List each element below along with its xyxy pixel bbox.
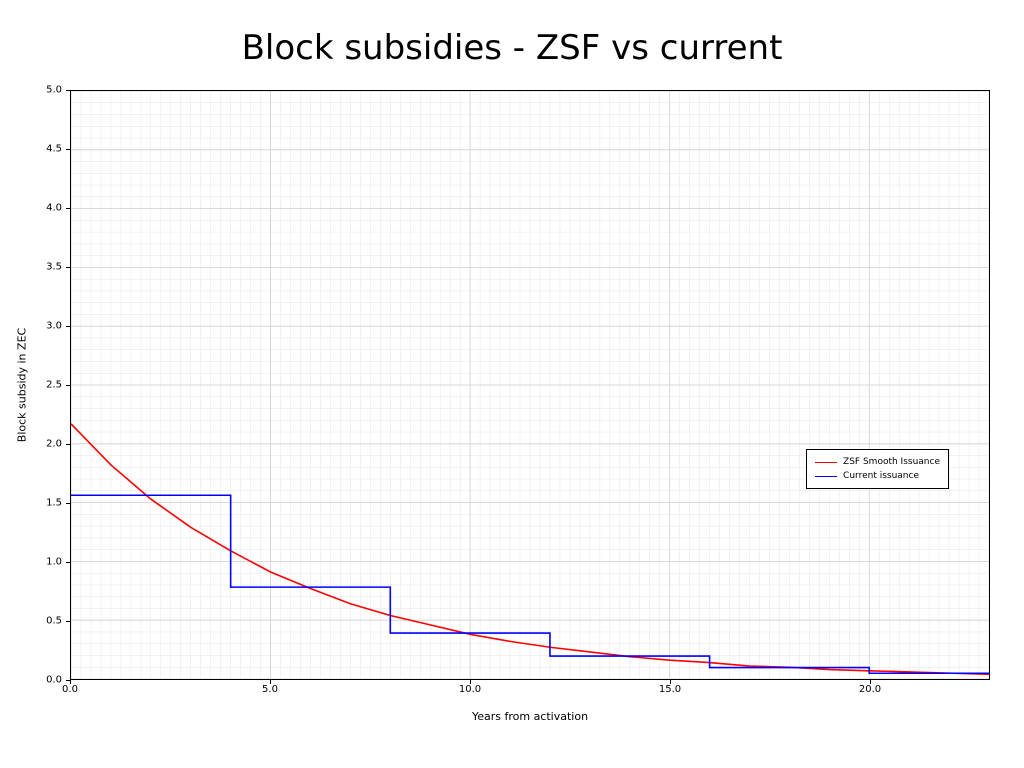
legend-label-zsf: ZSF Smooth Issuance [843, 455, 940, 469]
y-tick-label: 2.5 [22, 380, 62, 391]
x-axis-label: Years from activation [70, 710, 990, 723]
chart-svg [71, 91, 989, 679]
y-tick-label: 2.0 [22, 439, 62, 450]
legend-box: ZSF Smooth Issuance Current issuance [806, 449, 949, 489]
y-tick-label: 1.5 [22, 498, 62, 509]
y-tick-label: 3.0 [22, 321, 62, 332]
legend-entry-current: Current issuance [815, 469, 940, 483]
y-tick-label: 4.5 [22, 144, 62, 155]
y-tick-label: 4.0 [22, 203, 62, 214]
plot-area: ZSF Smooth Issuance Current issuance [70, 90, 990, 680]
x-tick-label: 15.0 [659, 684, 681, 695]
chart-container: { "chart_data": { "type": "line", "title… [0, 0, 1024, 768]
legend-entry-zsf: ZSF Smooth Issuance [815, 455, 940, 469]
x-tick-label: 20.0 [859, 684, 881, 695]
y-tick-label: 1.0 [22, 557, 62, 568]
chart-title: Block subsidies - ZSF vs current [0, 28, 1024, 68]
y-tick-label: 3.5 [22, 262, 62, 273]
y-tick-label: 0.5 [22, 616, 62, 627]
x-tick-label: 0.0 [62, 684, 78, 695]
legend-label-current: Current issuance [843, 469, 919, 483]
x-tick-label: 10.0 [459, 684, 481, 695]
legend-swatch-current [815, 476, 837, 477]
x-tick-label: 5.0 [262, 684, 278, 695]
y-tick-label: 0.0 [22, 675, 62, 686]
legend-swatch-zsf [815, 462, 837, 463]
y-tick-label: 5.0 [22, 85, 62, 96]
